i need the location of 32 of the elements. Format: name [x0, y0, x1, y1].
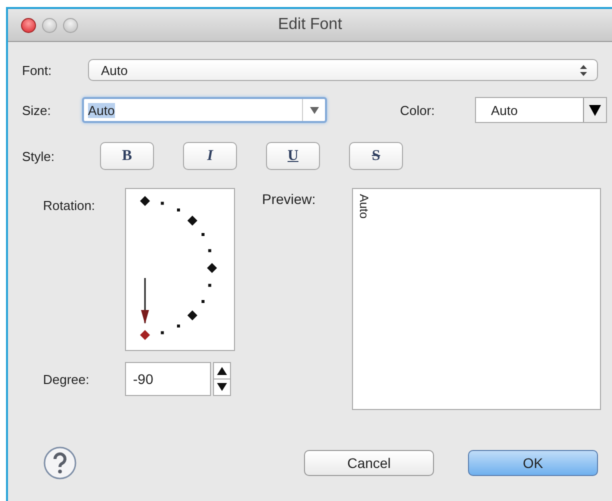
ok-button[interactable]: OK: [468, 450, 598, 476]
italic-button[interactable]: I: [183, 142, 237, 170]
angle-marker-icon[interactable]: [140, 196, 150, 206]
size-label: Size:: [22, 102, 52, 118]
help-icon[interactable]: [43, 446, 77, 480]
font-label: Font:: [22, 62, 53, 78]
close-button[interactable]: [21, 18, 36, 32]
angle-marker-icon[interactable]: [187, 310, 198, 320]
degree-field[interactable]: -90: [125, 362, 211, 396]
direction-arrow-icon: [141, 278, 149, 324]
strike-button[interactable]: S: [349, 142, 403, 170]
stepper[interactable]: [213, 362, 231, 396]
caret-icon: [589, 104, 601, 116]
rotation-label: Rotation:: [43, 198, 96, 213]
size-combo-box[interactable]: Auto: [82, 97, 327, 123]
window-title: Edit Font: [278, 16, 342, 34]
color-select[interactable]: Auto: [475, 97, 607, 123]
underline-button[interactable]: U: [266, 142, 320, 170]
caret-icon: [310, 106, 318, 114]
preview-label: Preview:: [262, 191, 317, 207]
bold-button[interactable]: B: [100, 142, 154, 170]
angle-marker-icon[interactable]: [140, 330, 150, 340]
angle-marker-icon[interactable]: [187, 216, 198, 226]
preview-text: Auto: [357, 194, 371, 219]
rotation-dial[interactable]: [125, 188, 235, 351]
cancel-button[interactable]: Cancel: [304, 450, 434, 476]
angle-marker-icon[interactable]: [207, 263, 217, 273]
style-label: Style:: [22, 148, 56, 164]
updown-arrows-icon: [580, 64, 587, 76]
color-label: Color:: [400, 102, 436, 118]
degree-label: Degree:: [43, 372, 90, 386]
font-select[interactable]: Auto: [88, 59, 598, 81]
